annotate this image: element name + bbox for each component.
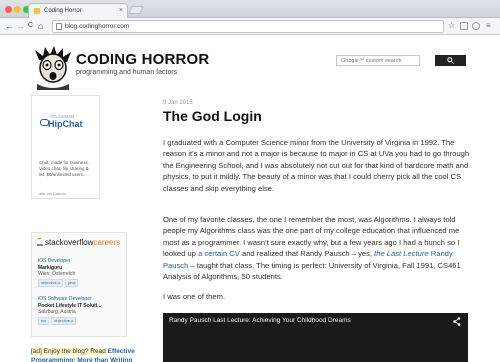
menu-icon[interactable]: ≡ xyxy=(486,21,491,31)
hipchat-logo: ATLASSIAN HipChat xyxy=(40,114,92,129)
hipchat-bubble-icon xyxy=(40,119,49,126)
post-title[interactable]: The God Login xyxy=(163,108,262,124)
so-logo-stack: stackoverflow xyxy=(45,238,94,247)
share-icon[interactable] xyxy=(453,317,461,326)
job-location: Salzburg, Austria xyxy=(38,309,76,315)
forward-button[interactable]: → xyxy=(16,20,25,32)
stackoverflow-careers-logo[interactable]: stackoverflowcareers xyxy=(37,237,120,249)
job-tag[interactable]: objective-c xyxy=(51,316,77,325)
browser-titlebar: Coding Horror × xyxy=(0,0,500,18)
bookmark-star-icon[interactable]: ☆ xyxy=(448,21,455,31)
page-content: CODING HORROR programming and human fact… xyxy=(0,36,500,362)
extension-shield-icon[interactable] xyxy=(472,22,480,30)
job-tag[interactable]: ios xyxy=(38,316,50,325)
job-title[interactable]: iOS Software Developer xyxy=(38,296,101,303)
extension-icon[interactable] xyxy=(460,22,468,30)
last-lecture-link[interactable]: the Last Lecture xyxy=(374,249,428,258)
coding-horror-logo-icon[interactable] xyxy=(33,46,73,90)
hipchat-ad-text: Chat, made for business. Video chat, fil… xyxy=(39,160,90,177)
home-button[interactable]: ⌂ xyxy=(38,20,43,32)
hipchat-ad[interactable]: ATLASSIAN HipChat Chat, made for busines… xyxy=(31,95,100,199)
site-title[interactable]: CODING HORROR xyxy=(76,51,209,68)
paragraph-text: – taught that class. The timing is perfe… xyxy=(163,260,461,282)
video-title[interactable]: Randy Pausch Last Lecture: Achieving You… xyxy=(169,317,351,324)
certain-cv-link[interactable]: a certain CV xyxy=(198,249,240,258)
page-icon xyxy=(56,23,62,30)
tab-coding-horror[interactable]: Coding Horror × xyxy=(28,3,128,18)
window-minimize-button[interactable] xyxy=(14,6,21,13)
tab-title: Coding Horror xyxy=(44,8,82,14)
book-promo: [ad] Enjoy the blog? Read Effective Prog… xyxy=(31,348,141,362)
stackoverflow-icon xyxy=(37,238,43,246)
address-url: blog.codinghorror.com xyxy=(65,23,130,30)
new-tab-button[interactable] xyxy=(128,6,144,14)
post-paragraph: I was one of them. xyxy=(163,292,226,301)
stackoverflow-careers-ad[interactable]: stackoverflowcareers iOS Developer Marki… xyxy=(31,232,127,337)
site-tagline: programming and human factors xyxy=(76,69,178,76)
post-paragraph: One of my favorite classes, the one I re… xyxy=(163,214,473,282)
window-close-button[interactable] xyxy=(5,6,12,13)
favicon-icon xyxy=(34,8,40,14)
ads-via-carbon-link[interactable]: ads via Carbon xyxy=(39,191,66,196)
tab-close-icon[interactable]: × xyxy=(119,4,123,18)
job-tag[interactable]: objective-c xyxy=(38,278,64,287)
reload-button[interactable]: C xyxy=(28,20,33,32)
job-listing[interactable]: iOS Software Developer Pocket Lifestyle … xyxy=(38,296,101,325)
so-logo-careers: careers xyxy=(93,238,121,247)
job-tags: ios objective-c xyxy=(38,316,101,325)
job-tag[interactable]: java xyxy=(65,278,79,287)
browser-toolbar: ← → C ⌂ blog.codinghorror.com ☆ ≡ xyxy=(0,18,500,35)
search-icon xyxy=(447,57,454,64)
address-bar[interactable]: blog.codinghorror.com xyxy=(52,20,444,33)
job-location: Wien, Österreich xyxy=(38,271,76,277)
post-paragraph: I graduated with a Computer Science mino… xyxy=(163,138,470,193)
back-button[interactable]: ← xyxy=(5,20,14,32)
embedded-video[interactable]: Randy Pausch Last Lecture: Achieving You… xyxy=(163,313,468,362)
job-tags: objective-c java xyxy=(38,278,80,287)
post-date: 9 Jan 2015 xyxy=(163,100,193,106)
search-button[interactable] xyxy=(435,55,466,66)
job-listing[interactable]: iOS Developer Markiguru Wien, Österreich… xyxy=(38,258,80,287)
search-input[interactable] xyxy=(336,55,420,66)
promo-prefix: [ad] Enjoy the blog? Read xyxy=(31,348,106,355)
paragraph-text: and realized that Randy Pausch – yes, xyxy=(241,249,373,259)
